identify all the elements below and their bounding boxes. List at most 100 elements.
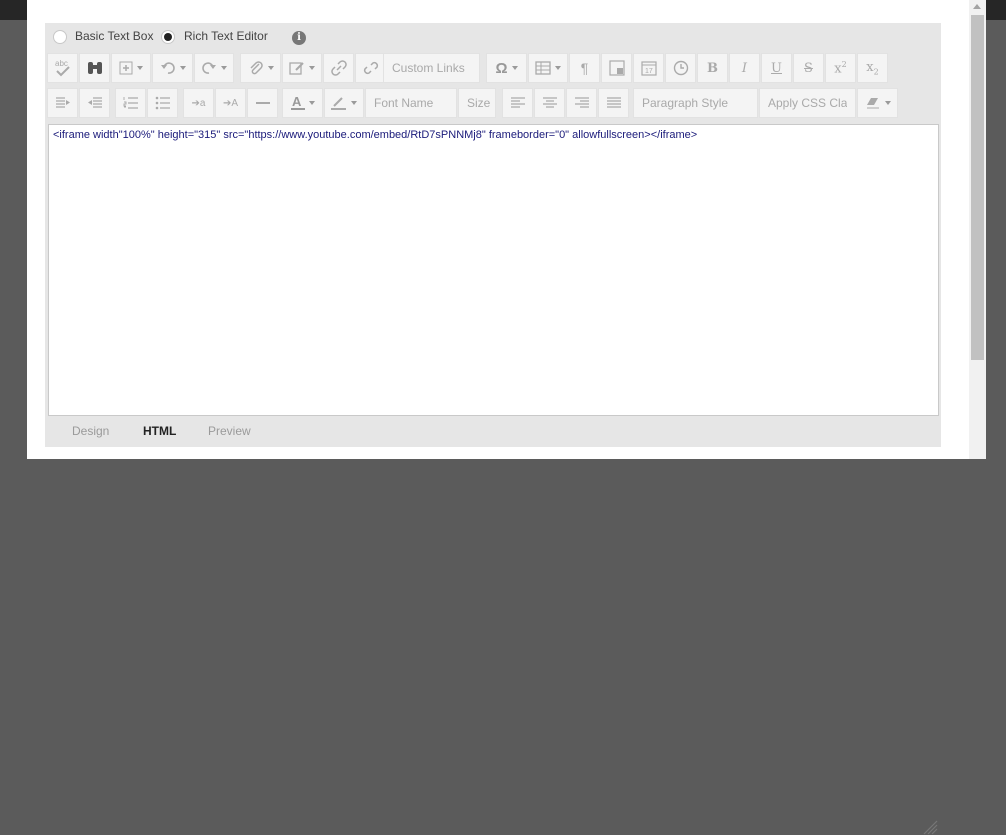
font-size-label: Size — [467, 96, 491, 110]
editor-mode-selector: Basic Text Box Rich Text Editor i — [45, 23, 941, 51]
indent-icon — [55, 97, 70, 108]
svg-text:A: A — [292, 95, 302, 109]
outdent-button[interactable] — [79, 88, 110, 118]
rich-text-editor-radio[interactable] — [161, 30, 175, 44]
css-class-label: Apply CSS Cla — [768, 96, 848, 110]
insert-button[interactable] — [111, 53, 151, 83]
rich-text-editor-label[interactable]: Rich Text Editor — [184, 29, 268, 43]
subscript-icon: x2 — [866, 59, 879, 77]
unlink-icon — [363, 61, 378, 75]
redo-button[interactable] — [194, 53, 234, 83]
align-center-icon — [542, 97, 557, 108]
time-button[interactable] — [665, 53, 696, 83]
increase-font-icon: ➔A — [222, 97, 239, 109]
eraser-icon — [866, 98, 879, 109]
edit-button[interactable] — [282, 53, 322, 83]
align-right-icon — [574, 97, 589, 108]
spellcheck-icon: abc — [55, 59, 70, 77]
date-button[interactable]: 17 — [633, 53, 664, 83]
custom-links-dropdown[interactable]: Custom Links — [383, 53, 480, 83]
table-icon — [535, 61, 551, 75]
highlighter-icon — [331, 97, 346, 110]
chevron-down-icon — [309, 66, 315, 70]
underline-label: U — [771, 60, 782, 76]
font-name-dropdown[interactable]: Font Name — [365, 88, 457, 118]
chevron-down-icon — [267, 66, 274, 70]
tab-html[interactable]: HTML — [143, 424, 176, 438]
chevron-down-icon — [351, 101, 357, 105]
link-icon — [330, 60, 347, 76]
info-icon[interactable]: i — [292, 31, 306, 45]
indent-button[interactable] — [47, 88, 78, 118]
strikethrough-label: S — [804, 60, 813, 76]
horizontal-rule-button[interactable] — [247, 88, 278, 118]
resize-handle-icon[interactable] — [920, 817, 938, 835]
justify-button[interactable] — [598, 88, 629, 118]
toolbar-row-1: abc Custom Links Ω ¶ 17 B I U S x2 x2 — [47, 51, 941, 85]
editor-view-tabs: Design HTML Preview — [45, 419, 941, 835]
rich-text-editor: Basic Text Box Rich Text Editor i abc Cu… — [45, 23, 941, 835]
svg-text:abc: abc — [55, 59, 68, 68]
align-left-icon — [510, 97, 525, 108]
ordered-list-icon — [123, 97, 138, 109]
decrease-font-icon: ➔a — [191, 97, 206, 109]
attach-button[interactable] — [240, 53, 281, 83]
paragraph-marks-button[interactable]: ¶ — [569, 53, 600, 83]
find-button[interactable] — [79, 53, 110, 83]
spellcheck-button[interactable]: abc — [47, 53, 78, 83]
image-icon — [608, 60, 625, 76]
ordered-list-button[interactable] — [115, 88, 146, 118]
italic-button[interactable]: I — [729, 53, 760, 83]
custom-links-label: Custom Links — [392, 61, 465, 75]
html-source-text[interactable]: <iframe width"100%" height="315" src="ht… — [53, 129, 697, 141]
align-left-button[interactable] — [502, 88, 533, 118]
subscript-button[interactable]: x2 — [857, 53, 888, 83]
basic-text-box-radio[interactable] — [53, 30, 67, 44]
undo-icon — [160, 62, 175, 74]
decrease-font-button[interactable]: ➔a — [183, 88, 214, 118]
paragraph-style-label: Paragraph Style — [642, 96, 729, 110]
bold-button[interactable]: B — [697, 53, 728, 83]
eraser-button[interactable] — [857, 88, 898, 118]
paperclip-icon — [249, 61, 263, 75]
link-button[interactable] — [323, 53, 354, 83]
highlight-button[interactable] — [324, 88, 364, 118]
underline-button[interactable]: U — [761, 53, 792, 83]
bold-label: B — [707, 60, 718, 76]
tab-preview[interactable]: Preview — [208, 424, 251, 438]
tab-design[interactable]: Design — [72, 424, 109, 438]
bullet-list-button[interactable] — [147, 88, 178, 118]
chevron-down-icon — [179, 66, 186, 70]
vertical-scrollbar[interactable] — [969, 0, 986, 459]
unlink-button[interactable] — [355, 53, 386, 83]
css-class-dropdown[interactable]: Apply CSS Cla — [759, 88, 856, 118]
chevron-down-icon — [221, 66, 227, 70]
strikethrough-button[interactable]: S — [793, 53, 824, 83]
superscript-button[interactable]: x2 — [825, 53, 856, 83]
html-source-area[interactable]: <iframe width"100%" height="315" src="ht… — [48, 124, 939, 416]
align-center-button[interactable] — [534, 88, 565, 118]
font-color-button[interactable]: A — [282, 88, 323, 118]
binoculars-icon — [87, 62, 102, 74]
undo-button[interactable] — [152, 53, 193, 83]
image-button[interactable] — [601, 53, 632, 83]
paragraph-style-dropdown[interactable]: Paragraph Style — [633, 88, 758, 118]
pilcrow-icon: ¶ — [580, 60, 589, 76]
chevron-down-icon — [137, 66, 143, 70]
special-char-button[interactable]: Ω — [486, 53, 527, 83]
chevron-down-icon — [884, 101, 891, 105]
toolbar-row-2: ➔a ➔A A Font Name Size Paragraph Style A… — [47, 86, 941, 120]
scroll-up-icon[interactable] — [973, 4, 981, 9]
font-size-dropdown[interactable]: Size — [458, 88, 496, 118]
redo-icon — [202, 62, 216, 74]
bullet-list-icon — [155, 96, 170, 110]
align-right-button[interactable] — [566, 88, 597, 118]
scrollbar-thumb[interactable] — [971, 15, 984, 360]
font-color-icon: A — [290, 95, 305, 110]
chevron-down-icon — [308, 101, 315, 105]
increase-font-button[interactable]: ➔A — [215, 88, 246, 118]
justify-icon — [606, 97, 621, 108]
table-button[interactable] — [528, 53, 568, 83]
superscript-icon: x2 — [834, 59, 847, 77]
basic-text-box-label[interactable]: Basic Text Box — [75, 29, 153, 43]
